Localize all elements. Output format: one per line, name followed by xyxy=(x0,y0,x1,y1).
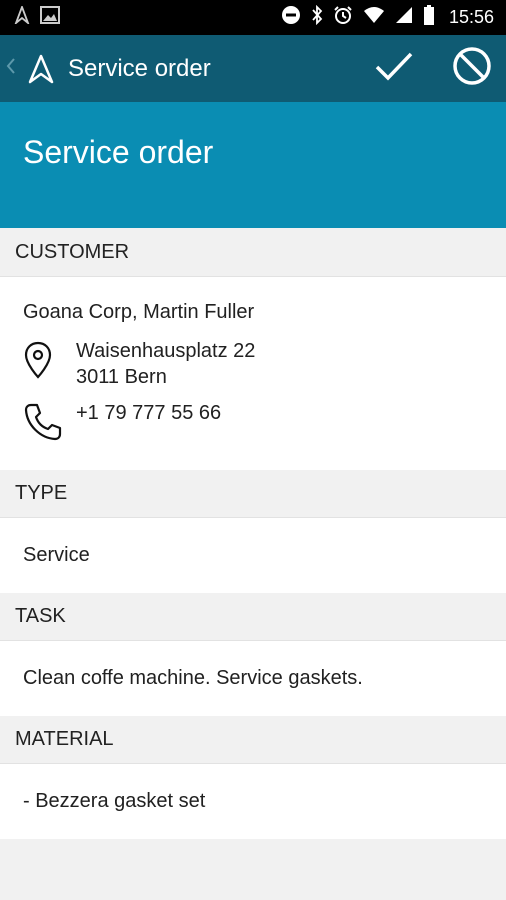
alarm-icon xyxy=(333,5,353,30)
material-value: - Bezzera gasket set xyxy=(23,790,206,812)
cancel-icon[interactable] xyxy=(452,46,492,91)
wifi-icon xyxy=(363,6,385,29)
do-not-disturb-icon xyxy=(281,5,301,30)
page-title: Service order xyxy=(23,134,214,170)
app-notification-icon xyxy=(13,4,31,29)
customer-phone[interactable]: +1 79 777 55 66 xyxy=(23,402,483,448)
address-line-2: 3011 Bern xyxy=(76,366,167,388)
address-line-1: Waisenhausplatz 22 xyxy=(76,340,256,362)
battery-icon xyxy=(423,5,435,30)
phone-icon xyxy=(23,402,76,448)
location-pin-icon xyxy=(23,340,76,386)
customer-address[interactable]: Waisenhausplatz 22 3011 Bern xyxy=(23,340,483,389)
section-header-task: TASK xyxy=(0,593,506,641)
type-value: Service xyxy=(23,544,90,566)
phone-number: +1 79 777 55 66 xyxy=(76,402,222,424)
task-value: Clean coffe machine. Service gaskets. xyxy=(23,667,363,689)
customer-name: Goana Corp, Martin Fuller xyxy=(23,301,255,323)
app-logo-icon[interactable] xyxy=(28,54,54,84)
customer-card: Goana Corp, Martin Fuller Waisenhausplat… xyxy=(0,277,506,470)
back-chevron-icon[interactable] xyxy=(6,57,20,80)
task-card: Clean coffe machine. Service gaskets. xyxy=(0,641,506,716)
material-card: - Bezzera gasket set xyxy=(0,764,506,839)
bluetooth-icon xyxy=(311,4,323,30)
app-bar-title: Service order xyxy=(68,54,211,82)
clock-text: 15:56 xyxy=(448,7,494,27)
type-card: Service xyxy=(0,518,506,593)
app-bar: Service order xyxy=(0,35,506,102)
section-header-material: MATERIAL xyxy=(0,716,506,764)
signal-icon xyxy=(395,6,413,29)
section-header-customer: CUSTOMER xyxy=(0,228,506,277)
page-header: Service order xyxy=(0,102,506,228)
image-notification-icon xyxy=(40,6,60,29)
status-bar: 15:56 xyxy=(0,0,506,35)
section-header-type: TYPE xyxy=(0,470,506,518)
confirm-check-icon[interactable] xyxy=(374,50,414,87)
